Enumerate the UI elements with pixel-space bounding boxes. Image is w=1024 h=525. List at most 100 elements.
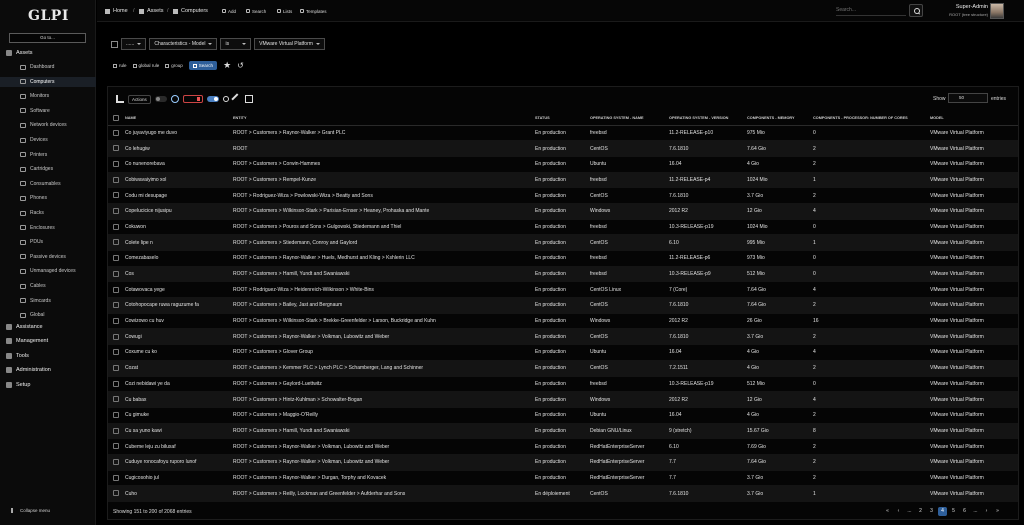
column-header-operating-system-version[interactable]: OPERATING SYSTEM - VERSION	[669, 111, 747, 126]
row-checkbox-cell[interactable]	[108, 485, 125, 502]
row-checkbox-cell[interactable]	[108, 125, 125, 142]
avatar[interactable]	[990, 3, 1004, 19]
sidebar-item-monitors[interactable]: Monitors	[20, 91, 96, 101]
table-cell[interactable]: Cos	[125, 266, 233, 283]
global-search-input[interactable]	[836, 5, 906, 16]
sidebar-item-software[interactable]: Software	[20, 106, 96, 116]
row-checkbox-cell[interactable]	[108, 328, 125, 346]
row-checkbox[interactable]	[113, 490, 119, 497]
add-rule-button[interactable]: rule	[113, 61, 127, 70]
row-checkbox-cell[interactable]	[108, 423, 125, 440]
trash-icon[interactable]	[182, 95, 203, 103]
page-link[interactable]: 2	[916, 507, 925, 516]
table-cell[interactable]: Comezabaselo	[125, 250, 233, 267]
row-checkbox-cell[interactable]	[108, 187, 125, 204]
row-checkbox-cell[interactable]	[108, 376, 125, 393]
table-row[interactable]: Co lehugiw ROOT En production CentOS 7.6.181…	[108, 140, 1018, 157]
sidebar-item-devices[interactable]: Devices	[20, 135, 96, 145]
table-row[interactable]: Cotohopocape ruwa raguzume fa ROOT > Cust…	[108, 297, 1018, 314]
star-icon[interactable]: ★	[223, 60, 231, 71]
toggle-icon[interactable]	[154, 96, 167, 102]
criteria-field-select[interactable]: Characteristics - Model	[149, 38, 218, 50]
table-cell[interactable]: Cozat	[125, 360, 233, 377]
page-link[interactable]: 6	[960, 507, 969, 516]
sidebar-item-network-devices[interactable]: Network devices	[20, 120, 96, 130]
row-checkbox[interactable]	[113, 255, 119, 262]
row-checkbox-cell[interactable]	[108, 344, 125, 361]
wrench-icon[interactable]	[231, 93, 243, 105]
table-row[interactable]: Codu mi desupage ROOT > Rodriguez-Wiza > …	[108, 187, 1018, 204]
user-name[interactable]: Super-Admin	[928, 4, 988, 10]
row-checkbox[interactable]	[113, 176, 119, 183]
row-checkbox[interactable]	[113, 380, 119, 387]
user-entity[interactable]: ROOT (tree structure)	[928, 12, 988, 17]
select-all-checkbox[interactable]	[113, 114, 119, 121]
breadcrumb-home[interactable]: Home	[105, 8, 128, 14]
sidebar-item-cables[interactable]: Cables	[20, 281, 96, 291]
add-button[interactable]: Add	[219, 6, 239, 16]
table-row[interactable]: Cozat ROOT > Customers > Kemmer PLC > Lyn…	[108, 360, 1018, 377]
row-checkbox-cell[interactable]	[108, 250, 125, 267]
table-row[interactable]: Cubeme leju zu biluxaf ROOT > Customers >…	[108, 438, 1018, 455]
page-link[interactable]: »	[993, 507, 1002, 516]
toggle-on-icon[interactable]	[206, 96, 219, 102]
row-checkbox-cell[interactable]	[108, 156, 125, 173]
row-checkbox-cell[interactable]	[108, 454, 125, 471]
table-cell[interactable]: Co juyaviyugo me duvo	[125, 125, 233, 142]
select-all-checkbox-cell[interactable]	[108, 111, 125, 126]
table-cell[interactable]: Cotohopocape ruwa raguzume fa	[125, 297, 233, 314]
page-link[interactable]: 4	[938, 507, 947, 516]
add-global-rule-button[interactable]: global rule	[132, 61, 159, 70]
row-checkbox[interactable]	[113, 396, 119, 403]
sidebar-item-racks[interactable]: Racks	[20, 208, 96, 218]
table-cell[interactable]: Cubeme leju zu biluxaf	[125, 438, 233, 455]
sidebar-item-computers[interactable]: Computers	[0, 76, 96, 87]
column-header-entity[interactable]: ENTITY	[233, 111, 535, 126]
sidebar-item-phones[interactable]: Phones	[20, 193, 96, 203]
search-button[interactable]: Search	[188, 61, 218, 70]
row-checkbox-cell[interactable]	[108, 313, 125, 330]
sidebar-section-management[interactable]: Management	[6, 336, 48, 346]
goto-button[interactable]: Go to...	[9, 33, 86, 43]
table-row[interactable]: Colete lipe n ROOT > Customers > Stiedema…	[108, 234, 1018, 251]
row-checkbox-cell[interactable]	[108, 203, 125, 220]
row-checkbox-cell[interactable]	[108, 360, 125, 377]
show-entries-select[interactable]: 50	[948, 93, 988, 103]
table-row[interactable]: Co nunenorebava ROOT > Customers > Corwin…	[108, 156, 1018, 173]
page-link[interactable]: «	[883, 507, 892, 516]
table-row[interactable]: Cokuwon ROOT > Customers > Pouros and Son…	[108, 219, 1018, 236]
table-cell[interactable]: Coxume cu ko	[125, 344, 233, 361]
templates-button[interactable]: Templates	[297, 6, 330, 16]
column-header-status[interactable]: STATUS	[535, 111, 590, 126]
row-checkbox[interactable]	[113, 364, 119, 371]
search-nav-button[interactable]: Search	[243, 6, 269, 16]
table-cell[interactable]: Colete lipe n	[125, 234, 233, 251]
sidebar-section-assistance[interactable]: Assistance	[6, 322, 43, 332]
row-checkbox[interactable]	[113, 302, 119, 309]
row-checkbox[interactable]	[113, 223, 119, 230]
row-checkbox[interactable]	[113, 192, 119, 199]
row-checkbox[interactable]	[113, 474, 119, 481]
table-cell[interactable]: Cu sa yuno kawi	[125, 423, 233, 440]
table-row[interactable]: Cowizowo cu huv ROOT > Customers > Wilkin…	[108, 313, 1018, 330]
column-header-components-processor-number-of-cores[interactable]: COMPONENTS - PROCESSOR: NUMBER OF CORES	[813, 111, 930, 126]
table-cell[interactable]: Cotawovaca yege	[125, 281, 233, 299]
sidebar-item-enclosures[interactable]: Enclosures	[20, 223, 96, 233]
table-row[interactable]: Cuduye ronocafoyu ruporo lunof ROOT > Cus…	[108, 454, 1018, 471]
column-header-model[interactable]: MODEL	[930, 111, 1018, 126]
sidebar-item-global[interactable]: Global	[20, 310, 96, 320]
table-row[interactable]: Cuho ROOT > Customers > Reilly, Lockman a…	[108, 485, 1018, 502]
row-checkbox[interactable]	[113, 129, 119, 136]
global-search-button[interactable]	[909, 4, 923, 17]
row-checkbox[interactable]	[113, 145, 119, 152]
row-checkbox-cell[interactable]	[108, 266, 125, 283]
sidebar-section-setup[interactable]: Setup	[6, 380, 30, 390]
table-row[interactable]: Cozi nebidawi ye da ROOT > Customers > Ga…	[108, 376, 1018, 393]
row-checkbox-cell[interactable]	[108, 297, 125, 314]
breadcrumb-assets[interactable]: Assets	[139, 8, 164, 14]
page-link[interactable]: ›	[982, 507, 991, 516]
table-cell[interactable]: Cu babax	[125, 391, 233, 408]
sidebar-item-printers[interactable]: Printers	[20, 150, 96, 160]
table-cell[interactable]: Cuduye ronocafoyu ruporo lunof	[125, 454, 233, 471]
row-checkbox[interactable]	[113, 412, 119, 419]
